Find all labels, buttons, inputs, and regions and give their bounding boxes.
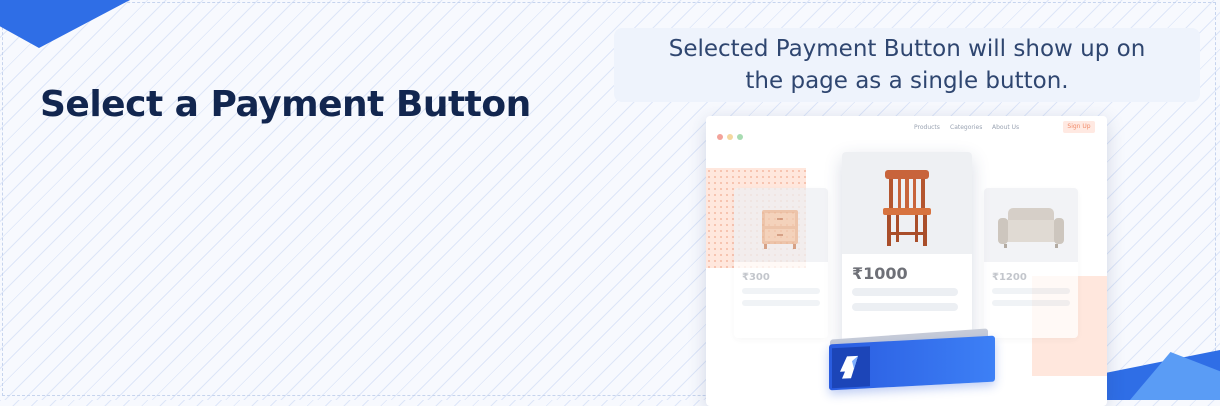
minimize-dot-icon xyxy=(727,134,733,140)
product-price: ₹300 xyxy=(742,272,770,283)
product-price: ₹1000 xyxy=(852,264,908,283)
product-image-chair xyxy=(842,152,972,254)
nightstand-icon xyxy=(762,210,798,249)
payment-button-preview xyxy=(826,328,998,391)
nav-link-products[interactable]: Products xyxy=(914,124,940,131)
page-title: Select a Payment Button xyxy=(40,84,531,125)
maximize-dot-icon xyxy=(737,134,743,140)
product-image-nightstand xyxy=(734,188,828,262)
sign-up-button[interactable]: Sign Up xyxy=(1063,121,1095,133)
placeholder-line xyxy=(992,288,1070,294)
nav-link-about-us[interactable]: About Us xyxy=(992,124,1019,131)
product-price: ₹1200 xyxy=(992,272,1027,283)
placeholder-line xyxy=(742,288,820,294)
chair-icon xyxy=(883,170,931,246)
window-controls xyxy=(717,125,747,144)
payment-logo-badge xyxy=(832,346,870,389)
product-card-nightstand[interactable]: ₹300 xyxy=(734,188,828,338)
placeholder-line xyxy=(992,300,1070,306)
placeholder-line xyxy=(742,300,820,306)
razorpay-logo-icon xyxy=(840,355,858,379)
product-card-sofa[interactable]: ₹1200 xyxy=(984,188,1078,338)
caption-line-2: the page as a single button. xyxy=(745,68,1069,94)
product-image-sofa xyxy=(984,188,1078,262)
sofa-icon xyxy=(998,208,1064,248)
placeholder-line xyxy=(852,288,958,296)
caption-line-1: Selected Payment Button will show up on xyxy=(668,36,1146,62)
product-card-chair[interactable]: ₹1000 xyxy=(842,152,972,344)
placeholder-line xyxy=(852,303,958,311)
payment-button[interactable] xyxy=(829,335,995,391)
caption-box: Selected Payment Button will show up on … xyxy=(614,28,1200,102)
nav-link-categories[interactable]: Categories xyxy=(950,124,982,131)
close-dot-icon xyxy=(717,134,723,140)
